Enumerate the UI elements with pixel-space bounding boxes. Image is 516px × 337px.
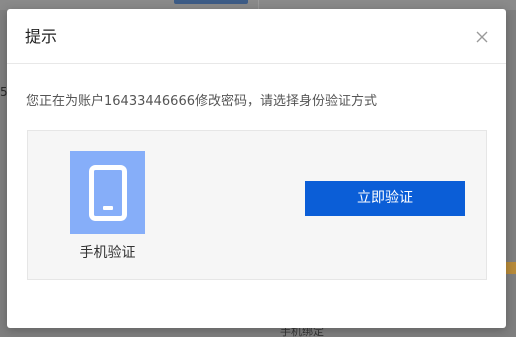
verification-method-panel: 手机验证 立即验证 <box>27 130 487 280</box>
background-button <box>174 0 248 4</box>
verify-now-button[interactable]: 立即验证 <box>305 181 465 216</box>
phone-verification-tile[interactable] <box>70 151 145 234</box>
verification-dialog: 提示 您正在为账户16433446666修改密码，请选择身份验证方式 手机验证 … <box>7 9 506 328</box>
close-icon <box>476 31 488 43</box>
background-badge <box>506 262 516 274</box>
close-button[interactable] <box>476 31 488 43</box>
dialog-title: 提示 <box>25 27 58 46</box>
phone-verification-label: 手机验证 <box>79 245 136 261</box>
mobile-phone-icon <box>89 165 127 221</box>
verification-message: 您正在为账户16433446666修改密码，请选择身份验证方式 <box>26 94 377 109</box>
dialog-header: 提示 <box>7 9 506 64</box>
